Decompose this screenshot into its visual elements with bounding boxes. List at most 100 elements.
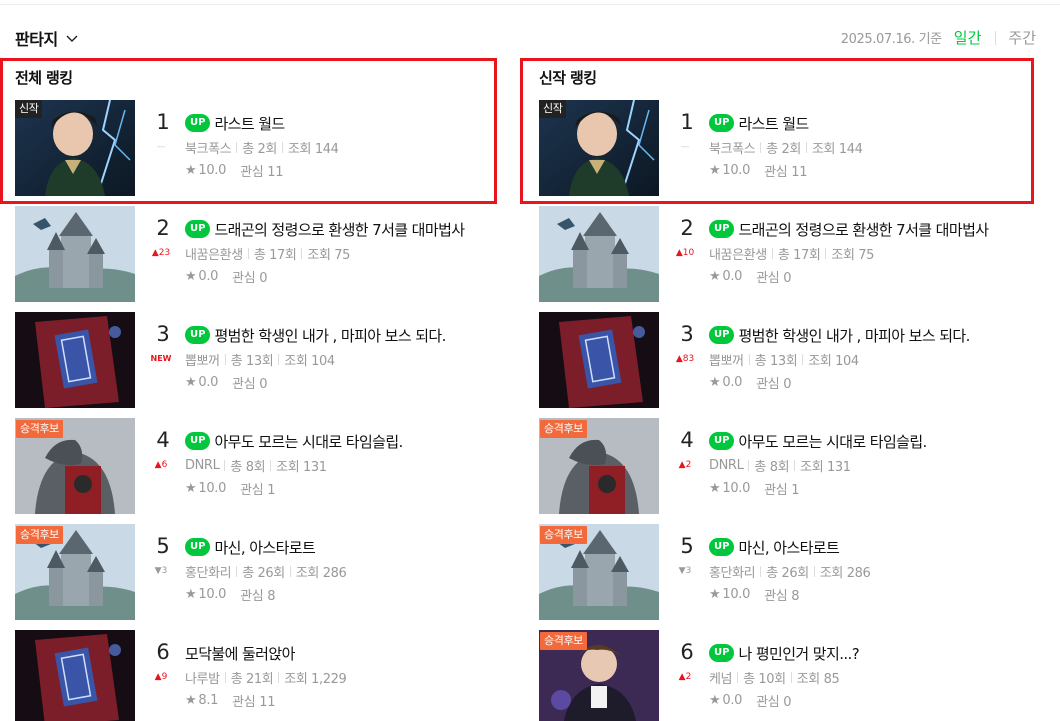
author-name[interactable]: 케넘 [709, 668, 733, 687]
author-name[interactable]: 내꿈은환생 [185, 244, 243, 263]
ranking-item[interactable]: 승격후보 4 ▲2 UP 아무도 모르는 시대로 타임슬립. DNRL 총 8회… [539, 418, 1019, 524]
star-icon: ★ [709, 268, 721, 284]
interest-count: 관심 0 [232, 376, 268, 392]
item-stats: ★ 0.0 관심 0 [185, 267, 495, 286]
top-divider [0, 4, 1060, 5]
rating-value: 10.0 [722, 480, 751, 496]
rating-value: 10.0 [198, 586, 227, 602]
star-icon: ★ [185, 268, 197, 284]
cover-thumbnail[interactable]: 신작 [15, 100, 135, 196]
rating-value: 10.0 [722, 586, 751, 602]
rank-number: 2 [156, 216, 170, 240]
cover-thumbnail[interactable] [15, 312, 135, 408]
star-icon: ★ [185, 586, 197, 602]
meta-divider [224, 459, 226, 471]
interest-count: 관심 0 [756, 694, 792, 710]
author-name[interactable]: 내꿈은환생 [709, 244, 767, 263]
ranking-item[interactable]: 2 ▲10 UP 드래곤의 정령으로 환생한 7서클 대마법사 내꿈은환생 총 … [539, 206, 1019, 312]
novel-title[interactable]: 드래곤의 정령으로 환생한 7서클 대마법사 [738, 219, 989, 240]
author-name[interactable]: 나루밤 [185, 668, 220, 687]
cover-thumbnail[interactable] [15, 206, 135, 302]
up-badge: UP [709, 538, 735, 556]
author-name[interactable]: 홍단화리 [709, 562, 756, 581]
rank-change: ▲23 [151, 248, 171, 258]
novel-title[interactable]: 모닥불에 둘러앉아 [185, 643, 295, 664]
item-meta: 내꿈은환생 총 17회 조회 75 [185, 244, 495, 263]
ranking-item[interactable]: 2 ▲23 UP 드래곤의 정령으로 환생한 7서클 대마법사 내꿈은환생 총 … [15, 206, 495, 312]
rating-value: 0.0 [198, 374, 219, 390]
title-row: UP 드래곤의 정령으로 환생한 7서클 대마법사 [185, 218, 495, 240]
novel-title[interactable]: 나 평민인거 맞지...? [738, 643, 859, 664]
cover-thumbnail[interactable] [539, 206, 659, 302]
rank-change: — [680, 142, 690, 152]
view-count: 조회 131 [800, 459, 851, 475]
author-name[interactable]: 뽑뽀꺼 [709, 350, 744, 369]
cover-thumbnail[interactable]: 승격후보 [15, 524, 135, 620]
item-stats: ★ 10.0 관심 8 [709, 585, 1019, 604]
interest-count: 관심 11 [240, 164, 284, 180]
ranking-item[interactable]: 3 NEW UP 평범한 학생인 내가 , 마피아 보스 되다. 뽑뽀꺼 총 1… [15, 312, 495, 418]
novel-title[interactable]: 평범한 학생인 내가 , 마피아 보스 되다. [738, 325, 970, 346]
cover-badge: 승격후보 [16, 420, 63, 438]
ranking-item[interactable]: 승격후보 5 ▼3 UP 마신, 아스타로트 홍단화리 총 26회 조회 286… [15, 524, 495, 630]
novel-title[interactable]: 아무도 모르는 시대로 타임슬립. [738, 431, 927, 452]
meta-divider [737, 671, 739, 683]
novel-title[interactable]: 마신, 아스타로트 [214, 537, 315, 558]
item-info: UP 마신, 아스타로트 홍단화리 총 26회 조회 286 ★ 10.0 관심… [185, 536, 495, 604]
star-icon: ★ [709, 692, 721, 708]
rank-number: 1 [156, 110, 170, 134]
novel-title[interactable]: 라스트 월드 [738, 113, 809, 134]
author-name[interactable]: 홍단화리 [185, 562, 232, 581]
genre-dropdown[interactable]: 판타지 [15, 26, 80, 50]
cover-thumbnail[interactable]: 승격후보 [539, 524, 659, 620]
cover-thumbnail[interactable] [539, 312, 659, 408]
meta-divider [825, 247, 827, 259]
ranking-item[interactable]: 신작 1 — UP 라스트 월드 북크폭스 총 2회 조회 144 ★ 10.0… [539, 100, 1019, 206]
author-name[interactable]: DNRL [185, 458, 220, 473]
novel-title[interactable]: 라스트 월드 [214, 113, 285, 134]
item-meta: 나루밤 총 21회 조회 1,229 [185, 668, 495, 687]
author-name[interactable]: 북크폭스 [185, 138, 232, 157]
novel-title[interactable]: 마신, 아스타로트 [738, 537, 839, 558]
rank-number: 3 [156, 322, 170, 346]
ranking-item[interactable]: 승격후보 6 ▲2 UP 나 평민인거 맞지...? 케넘 총 10회 조회 8… [539, 630, 1019, 721]
rank-number: 4 [680, 428, 694, 452]
cover-art [15, 312, 135, 408]
tab-daily[interactable]: 일간 [954, 27, 982, 48]
ranking-item[interactable]: 승격후보 4 ▲6 UP 아무도 모르는 시대로 타임슬립. DNRL 총 8회… [15, 418, 495, 524]
cover-thumbnail[interactable]: 승격후보 [539, 418, 659, 514]
meta-divider [281, 141, 283, 153]
novel-title[interactable]: 아무도 모르는 시대로 타임슬립. [214, 431, 403, 452]
cover-thumbnail[interactable]: 승격후보 [15, 418, 135, 514]
view-count: 조회 104 [284, 353, 335, 369]
meta-divider [748, 353, 750, 365]
tab-weekly[interactable]: 주간 [1008, 27, 1036, 48]
cover-thumbnail[interactable]: 신작 [539, 100, 659, 196]
ranking-item[interactable]: 3 ▲83 UP 평범한 학생인 내가 , 마피아 보스 되다. 뽑뽀꺼 총 1… [539, 312, 1019, 418]
author-name[interactable]: DNRL [709, 458, 744, 473]
author-name[interactable]: 뽑뽀꺼 [185, 350, 220, 369]
tab-divider [995, 30, 997, 45]
ranking-item[interactable]: 승격후보 5 ▼3 UP 마신, 아스타로트 홍단화리 총 26회 조회 286… [539, 524, 1019, 630]
rank-number: 5 [156, 534, 170, 558]
author-name[interactable]: 북크폭스 [709, 138, 756, 157]
ranking-toolbar: 2025.07.16. 기준 일간 주간 [841, 27, 1036, 48]
rank-change: ▲6 [154, 460, 168, 470]
item-stats: ★ 0.0 관심 0 [185, 373, 495, 392]
episode-count: 총 8회 [754, 459, 790, 475]
ranking-item[interactable]: 6 ▲9 모닥불에 둘러앉아 나루밤 총 21회 조회 1,229 ★ 8.1 … [15, 630, 495, 721]
episode-count: 총 13회 [230, 353, 274, 369]
ranking-item[interactable]: 신작 1 — UP 라스트 월드 북크폭스 총 2회 조회 144 ★ 10.0… [15, 100, 495, 206]
meta-divider [224, 353, 226, 365]
novel-title[interactable]: 평범한 학생인 내가 , 마피아 보스 되다. [214, 325, 446, 346]
episode-count: 총 17회 [777, 247, 821, 263]
meta-divider [748, 459, 750, 471]
meta-divider [301, 247, 303, 259]
rating-value: 0.0 [722, 374, 743, 390]
star-icon: ★ [185, 692, 197, 708]
cover-thumbnail[interactable]: 승격후보 [539, 630, 659, 721]
rank-number: 6 [156, 640, 170, 664]
novel-title[interactable]: 드래곤의 정령으로 환생한 7서클 대마법사 [214, 219, 465, 240]
cover-thumbnail[interactable] [15, 630, 135, 721]
item-info: UP 아무도 모르는 시대로 타임슬립. DNRL 총 8회 조회 131 ★ … [185, 430, 495, 498]
